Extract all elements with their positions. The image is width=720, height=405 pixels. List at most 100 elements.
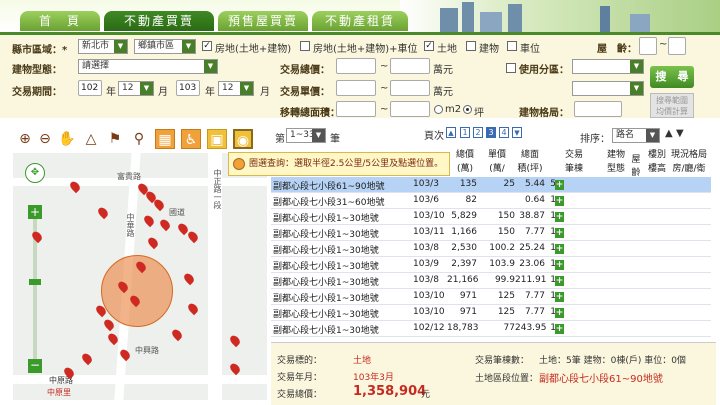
marker-icon[interactable]: ⚲	[129, 129, 149, 149]
row-area: 7.77	[524, 227, 545, 237]
radio-ping[interactable]	[463, 105, 472, 114]
table-row[interactable]: 副都心段七小段1~30地號 103/8 2,530 100.2 25.24 1 +	[271, 241, 711, 257]
zoom-plus-button[interactable]: +	[28, 205, 42, 219]
total-max-input[interactable]	[390, 58, 430, 74]
unit-max-input[interactable]	[390, 80, 430, 96]
zoom-slider-handle[interactable]	[29, 279, 41, 285]
page-2[interactable]: 2	[473, 127, 483, 138]
expand-row-icon[interactable]: +	[555, 276, 564, 286]
sort-desc-icon[interactable]: ▼	[676, 128, 684, 139]
unit-min-input[interactable]	[336, 80, 376, 96]
expand-row-icon[interactable]: +	[555, 308, 564, 318]
map-pin[interactable]	[102, 317, 116, 332]
check-parking[interactable]	[507, 41, 517, 51]
grid-icon[interactable]: ▦	[155, 129, 175, 149]
expand-row-icon[interactable]: +	[555, 260, 564, 270]
table-row[interactable]: 副都心段七小段1~30地號 102/12 18,783 77 243.95 1 +	[271, 321, 711, 337]
table-row[interactable]: 副都心段七小段61~90地號 103/3 135 25 5.44 5 +	[271, 177, 711, 193]
measure-icon[interactable]: △	[81, 129, 101, 149]
area-min-input[interactable]	[336, 101, 376, 117]
map-pin[interactable]	[80, 351, 94, 366]
detail-label: 交易年月：	[277, 373, 323, 383]
map-pin[interactable]	[182, 271, 196, 286]
street-label: 中華路	[126, 213, 135, 237]
unit-label: 月	[158, 87, 168, 98]
table-row[interactable]: 副都心段七小段31~60地號 103/6 82 0.64 1 +	[271, 193, 711, 209]
age-min-input[interactable]	[639, 37, 657, 55]
pan-hand-icon[interactable]: ✋	[57, 129, 77, 149]
pan-control-icon[interactable]: ✥	[25, 163, 45, 183]
pedestrian-icon[interactable]: ♿	[181, 129, 201, 149]
table-row[interactable]: 副都心段七小段1~30地號 103/11 1,166 150 7.77 1 +	[271, 225, 711, 241]
prev-page-icon[interactable]: ▲	[446, 127, 456, 138]
expand-row-icon[interactable]: +	[555, 292, 564, 302]
district-select[interactable]: 鄉鎮市區 ▼	[134, 39, 196, 54]
search-button[interactable]: 搜 尋	[650, 66, 694, 88]
zone-sub-select[interactable]: ▼	[572, 81, 644, 96]
age-max-input[interactable]	[668, 37, 686, 55]
check-house-land[interactable]: ✓	[202, 41, 212, 51]
zoom-out-icon[interactable]: ⊖	[35, 129, 55, 149]
check-land[interactable]: ✓	[424, 41, 434, 51]
period-from-month[interactable]: 12 ▼	[118, 81, 154, 96]
expand-row-icon[interactable]: +	[555, 212, 564, 222]
tab-presale[interactable]: 預售屋買賣	[218, 11, 308, 31]
radio-m2[interactable]	[434, 105, 443, 114]
map-pin[interactable]	[228, 333, 242, 348]
expand-row-icon[interactable]: +	[555, 324, 564, 334]
map-pin[interactable]	[186, 229, 200, 244]
expand-row-icon[interactable]: +	[555, 196, 564, 206]
next-page-icon[interactable]: ▼	[512, 127, 522, 138]
period-from-year[interactable]: 102	[78, 80, 102, 96]
zoom-in-icon[interactable]: ⊕	[15, 129, 35, 149]
tooltip-text: 圈選查詢：選取半徑2.5公里/5公里及點選位置。	[249, 159, 444, 169]
zone-select[interactable]: ▼	[572, 59, 644, 74]
sort-asc-icon[interactable]: ▲	[665, 128, 673, 139]
tab-rental[interactable]: 不動產租賃	[312, 11, 408, 31]
map-pin[interactable]	[152, 197, 166, 212]
map-pin[interactable]	[228, 361, 242, 376]
zoom-minus-button[interactable]: −	[28, 359, 42, 373]
map-pin[interactable]	[96, 205, 110, 220]
table-row[interactable]: 副都心段七小段1~30地號 103/10 971 125 7.77 1 +	[271, 305, 711, 321]
expand-row-icon[interactable]: +	[555, 244, 564, 254]
period-to-month[interactable]: 12 ▼	[218, 81, 254, 96]
locate-icon[interactable]: ⚑	[105, 129, 125, 149]
map-pin[interactable]	[158, 217, 172, 232]
map-pin[interactable]	[146, 235, 160, 250]
check-building[interactable]	[466, 41, 476, 51]
page-4[interactable]: 4	[499, 127, 509, 138]
range-avg-button[interactable]: 搜尋範圍 均價計算	[650, 93, 694, 118]
table-row[interactable]: 副都心段七小段1~30地號 103/9 2,397 103.9 23.06 1 +	[271, 257, 711, 273]
building-type-select[interactable]: 請選擇 ▼	[78, 59, 218, 74]
total-min-input[interactable]	[336, 58, 376, 74]
table-row[interactable]: 副都心段七小段1~30地號 103/10 5,829 150 38.87 1 +	[271, 209, 711, 225]
page-1[interactable]: 1	[460, 127, 470, 138]
row-area: 211.91	[515, 275, 547, 285]
check-zone[interactable]	[506, 63, 516, 73]
area-max-input[interactable]	[390, 101, 430, 117]
tab-property-sale[interactable]: 不動產買賣	[104, 11, 214, 31]
map-area[interactable]: 富貴路 中華路 國道 中正路一段 中興路 中原路 中原里 ✥ + −	[13, 153, 267, 400]
page-3[interactable]: 3	[486, 127, 496, 138]
detail-panel: 交易標的： 土地 交易年月： 103年3月 交易總價： 1,358,904 元 …	[271, 342, 716, 405]
map-pin[interactable]	[186, 301, 200, 316]
detail-location-value: 副都心段七小段61~90地號	[539, 374, 663, 385]
square-select-icon[interactable]: ▣	[207, 129, 227, 149]
period-to-year[interactable]: 103	[176, 80, 200, 96]
check-house-land-parking[interactable]	[300, 41, 310, 51]
map-pin[interactable]	[170, 327, 184, 342]
expand-row-icon[interactable]: +	[555, 228, 564, 238]
map-pin[interactable]	[142, 213, 156, 228]
page-range-select[interactable]: 1~33 ▼	[286, 128, 326, 143]
layout-input[interactable]	[574, 101, 622, 117]
expand-row-icon[interactable]: +	[555, 180, 564, 190]
range-button-line: 均價計算	[656, 107, 688, 116]
layout-label: 建物格局：	[519, 108, 569, 119]
city-select[interactable]: 新北市 ▼	[78, 39, 128, 54]
table-row[interactable]: 副都心段七小段1~30地號 103/10 971 125 7.77 1 +	[271, 289, 711, 305]
tab-home[interactable]: 首 頁	[20, 11, 100, 31]
circle-select-icon[interactable]: ◉	[233, 129, 253, 149]
table-row[interactable]: 副都心段七小段1~30地號 103/8 21,166 99.9 211.91 1 +	[271, 273, 711, 289]
sort-select[interactable]: 路名 ▼	[612, 128, 660, 143]
